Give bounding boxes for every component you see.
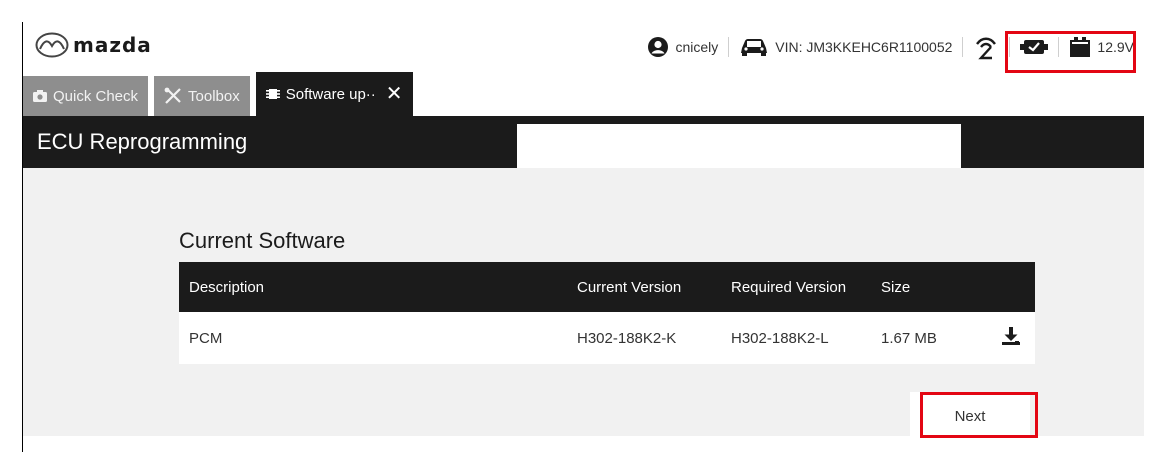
column-header-description: Description xyxy=(179,262,567,312)
app-window: mazda cnicely VIN: JM3KKEHC6R1100052 12.… xyxy=(23,22,1144,440)
close-icon[interactable]: ✕ xyxy=(386,84,403,104)
table-header-row: Description Current Version Required Ver… xyxy=(179,262,1035,312)
cell-description: PCM xyxy=(179,312,567,364)
page-title: ECU Reprogramming xyxy=(37,129,248,154)
cell-size: 1.67 MB xyxy=(871,312,963,364)
top-bar: mazda cnicely VIN: JM3KKEHC6R1100052 12.… xyxy=(23,22,1144,73)
redacted-area xyxy=(965,130,1144,168)
column-header-size: Size xyxy=(871,262,963,312)
brand-name: mazda xyxy=(73,33,152,57)
divider xyxy=(728,37,730,57)
column-header-current-version: Current Version xyxy=(567,262,721,312)
tab-label: Software up·· xyxy=(285,85,376,103)
divider xyxy=(962,37,964,57)
column-header-download xyxy=(963,262,1035,312)
redacted-area xyxy=(517,124,961,168)
cell-required-version: H302-188K2-L xyxy=(721,312,871,364)
tab-label: Toolbox xyxy=(188,87,240,105)
tools-icon xyxy=(164,87,181,104)
brand-logo: mazda xyxy=(35,32,152,58)
vehicle-info[interactable]: VIN: JM3KKEHC6R1100052 xyxy=(739,37,952,57)
user-icon xyxy=(648,37,669,57)
download-icon[interactable] xyxy=(1001,326,1021,346)
tab-bar: Quick Check Toolbox Software up·· ✕ xyxy=(23,72,413,116)
tab-toolbox[interactable]: Toolbox xyxy=(154,76,250,116)
tab-label: Quick Check xyxy=(53,87,139,105)
main-content: Current Software Description Current Ver… xyxy=(23,168,1144,440)
cell-download xyxy=(963,312,1035,364)
username: cnicely xyxy=(675,39,719,55)
tab-software-update[interactable]: Software up·· ✕ xyxy=(255,72,413,116)
table-row: PCM H302-188K2-K H302-188K2-L 1.67 MB xyxy=(179,312,1035,364)
tab-quick-check[interactable]: Quick Check xyxy=(23,76,149,116)
user-info[interactable]: cnicely xyxy=(647,36,718,58)
mazda-logo-icon xyxy=(35,32,69,58)
next-button[interactable]: Next xyxy=(910,392,1030,440)
vin-text: VIN: JM3KKEHC6R1100052 xyxy=(775,39,953,55)
cell-current-version: H302-188K2-K xyxy=(567,312,721,364)
car-icon xyxy=(741,39,768,56)
signal-icon xyxy=(976,37,997,60)
section-title: Current Software xyxy=(179,228,346,253)
software-table: Description Current Version Required Ver… xyxy=(179,262,1035,364)
connection-status[interactable] xyxy=(973,34,999,60)
camera-icon xyxy=(33,90,47,102)
column-header-required-version: Required Version xyxy=(721,262,871,312)
chip-icon xyxy=(265,89,280,99)
highlight-box-status xyxy=(1005,31,1136,73)
page-header: ECU Reprogramming xyxy=(23,116,1144,168)
